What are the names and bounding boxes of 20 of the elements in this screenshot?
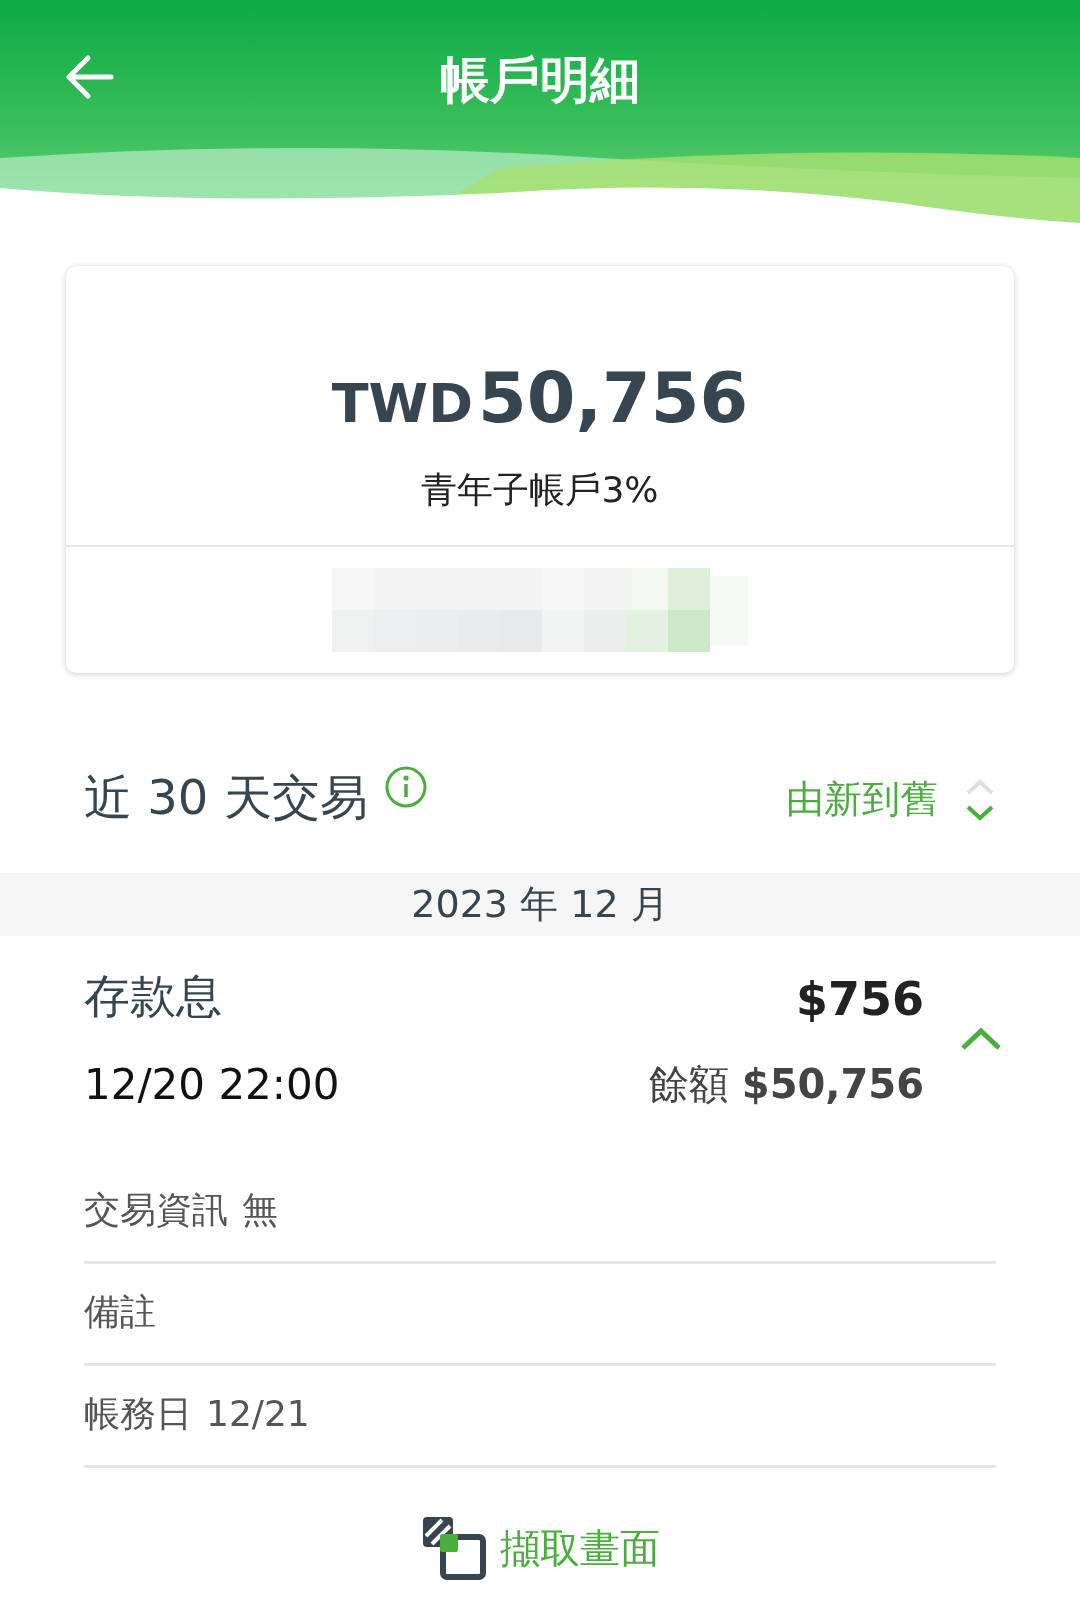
detail-text: 帳務日 12/21 bbox=[84, 1391, 310, 1436]
transaction-title: 存款息 bbox=[84, 968, 223, 1025]
section-title: 近 30 天交易 bbox=[84, 768, 368, 827]
info-icon[interactable] bbox=[383, 765, 428, 809]
sort-button[interactable]: 由新到舊 bbox=[786, 769, 996, 829]
collapse-button[interactable] bbox=[960, 1027, 1002, 1051]
account-balance: 50,756 bbox=[478, 357, 749, 439]
balance-after: 餘額 $50,756 bbox=[649, 1059, 924, 1109]
detail-text: 備註 bbox=[84, 1289, 156, 1334]
transaction-amount: $756 bbox=[794, 970, 924, 1028]
page-title: 帳戶明細 bbox=[440, 49, 640, 111]
month-header: 2023 年 12 月 bbox=[0, 873, 1080, 936]
detail-text: 交易資訊 無 bbox=[84, 1187, 278, 1232]
back-arrow-icon bbox=[64, 54, 114, 100]
transaction-time: 12/20 22:00 bbox=[84, 1059, 341, 1111]
sort-icon bbox=[964, 779, 996, 823]
screenshot-button[interactable]: 擷取畫面 bbox=[420, 1514, 660, 1582]
account-name: 青年子帳戶3% bbox=[420, 468, 660, 512]
currency-label: TWD bbox=[331, 372, 473, 435]
screenshot-icon bbox=[420, 1514, 488, 1582]
